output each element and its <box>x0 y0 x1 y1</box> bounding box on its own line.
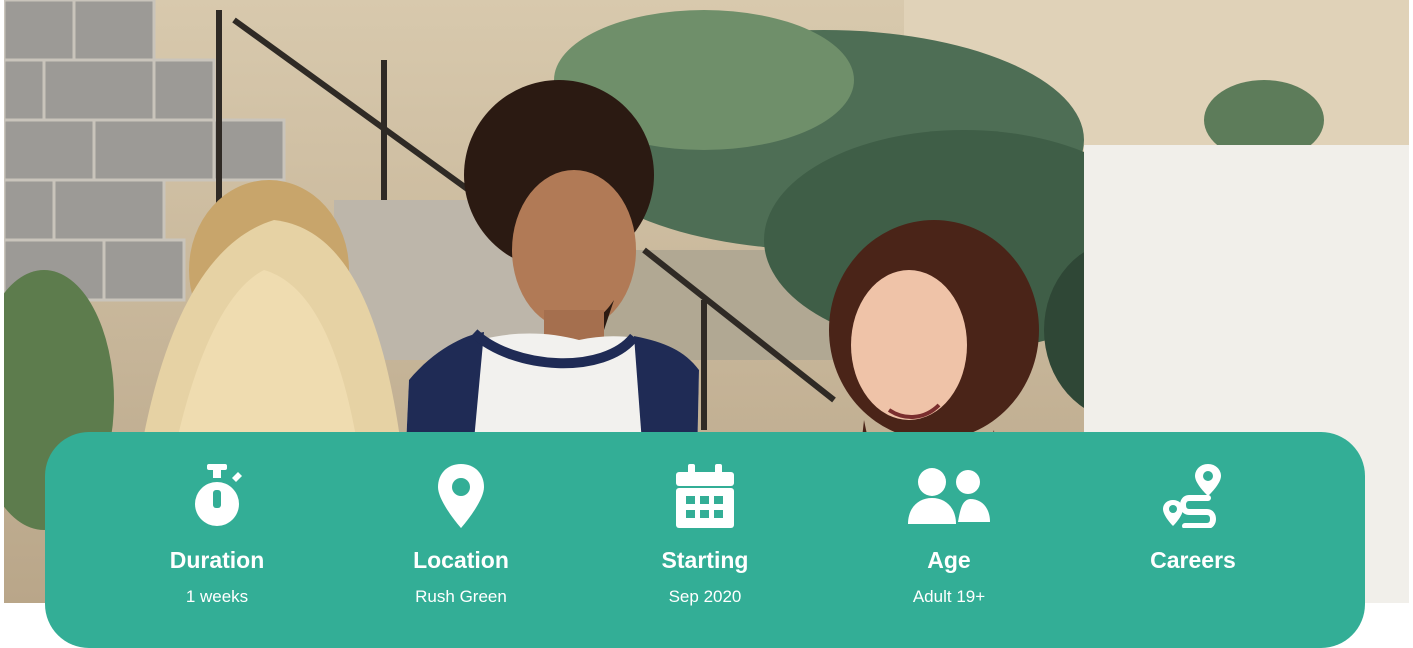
map-pin-icon <box>419 462 503 530</box>
starting-value: Sep 2020 <box>668 587 742 606</box>
course-info-bar: Duration 1 weeks Location Rush Green Sta… <box>45 432 1365 648</box>
starting-title: Starting <box>661 547 749 573</box>
age-value: Adult 19+ <box>912 587 986 606</box>
duration-value: 1 weeks <box>185 587 249 606</box>
age-title: Age <box>927 547 971 573</box>
stopwatch-icon <box>175 462 259 530</box>
location-value: Rush Green <box>415 587 507 606</box>
course-page: Duration 1 weeks Location Rush Green Sta… <box>0 0 1413 648</box>
info-duration: Duration 1 weeks <box>95 432 339 648</box>
careers-title[interactable]: Careers <box>1150 546 1236 574</box>
users-icon <box>907 462 991 530</box>
info-location: Location Rush Green <box>339 432 583 648</box>
info-starting: Starting Sep 2020 <box>583 432 827 648</box>
info-age: Age Adult 19+ <box>827 432 1071 648</box>
location-title: Location <box>413 547 509 573</box>
calendar-icon <box>663 462 747 530</box>
route-icon <box>1151 462 1235 530</box>
info-careers[interactable]: Careers <box>1071 432 1315 648</box>
duration-title: Duration <box>169 547 265 573</box>
